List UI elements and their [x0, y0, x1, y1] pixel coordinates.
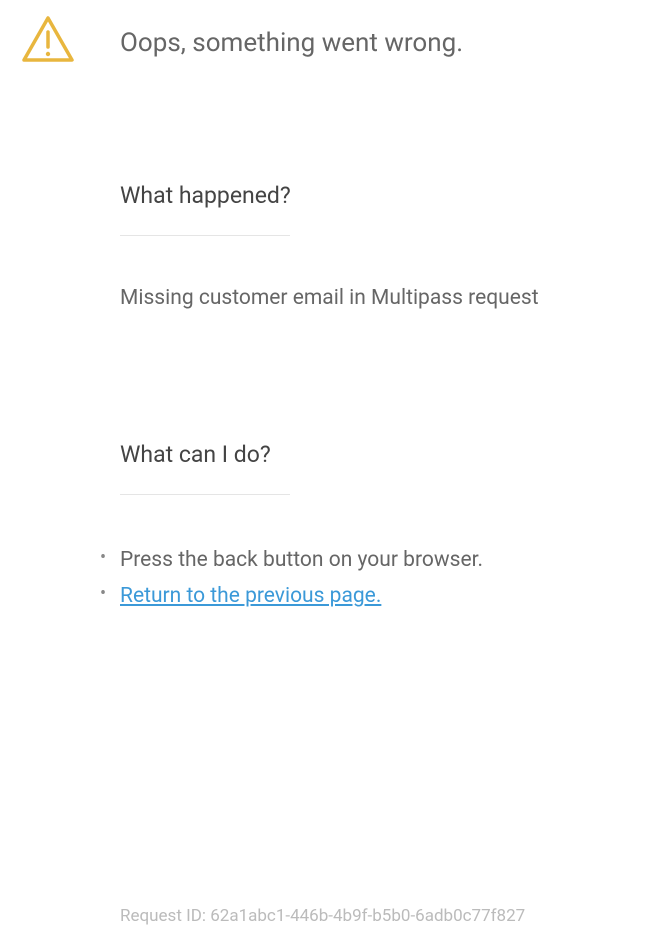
what-can-i-do-heading: What can I do? [120, 441, 633, 468]
list-item: • Press the back button on your browser. [120, 543, 633, 579]
bullet-icon: • [100, 579, 106, 610]
error-message: Missing customer email in Multipass requ… [120, 284, 633, 313]
request-id-label: Request ID: [120, 906, 210, 926]
divider [120, 235, 290, 236]
warning-icon [20, 14, 76, 64]
return-link[interactable]: Return to the previous page. [120, 584, 381, 608]
request-id-value: 62a1abc1-446b-4b9f-b5b0-6adb0c77f827 [210, 906, 525, 926]
request-id: Request ID: 62a1abc1-446b-4b9f-b5b0-6adb… [120, 906, 525, 926]
list-item: • Return to the previous page. [120, 579, 633, 615]
divider [120, 494, 290, 495]
page-title: Oops, something went wrong. [120, 28, 463, 58]
bullet-icon: • [100, 543, 106, 574]
what-happened-heading: What happened? [120, 182, 633, 209]
action-text: Press the back button on your browser. [120, 548, 483, 572]
